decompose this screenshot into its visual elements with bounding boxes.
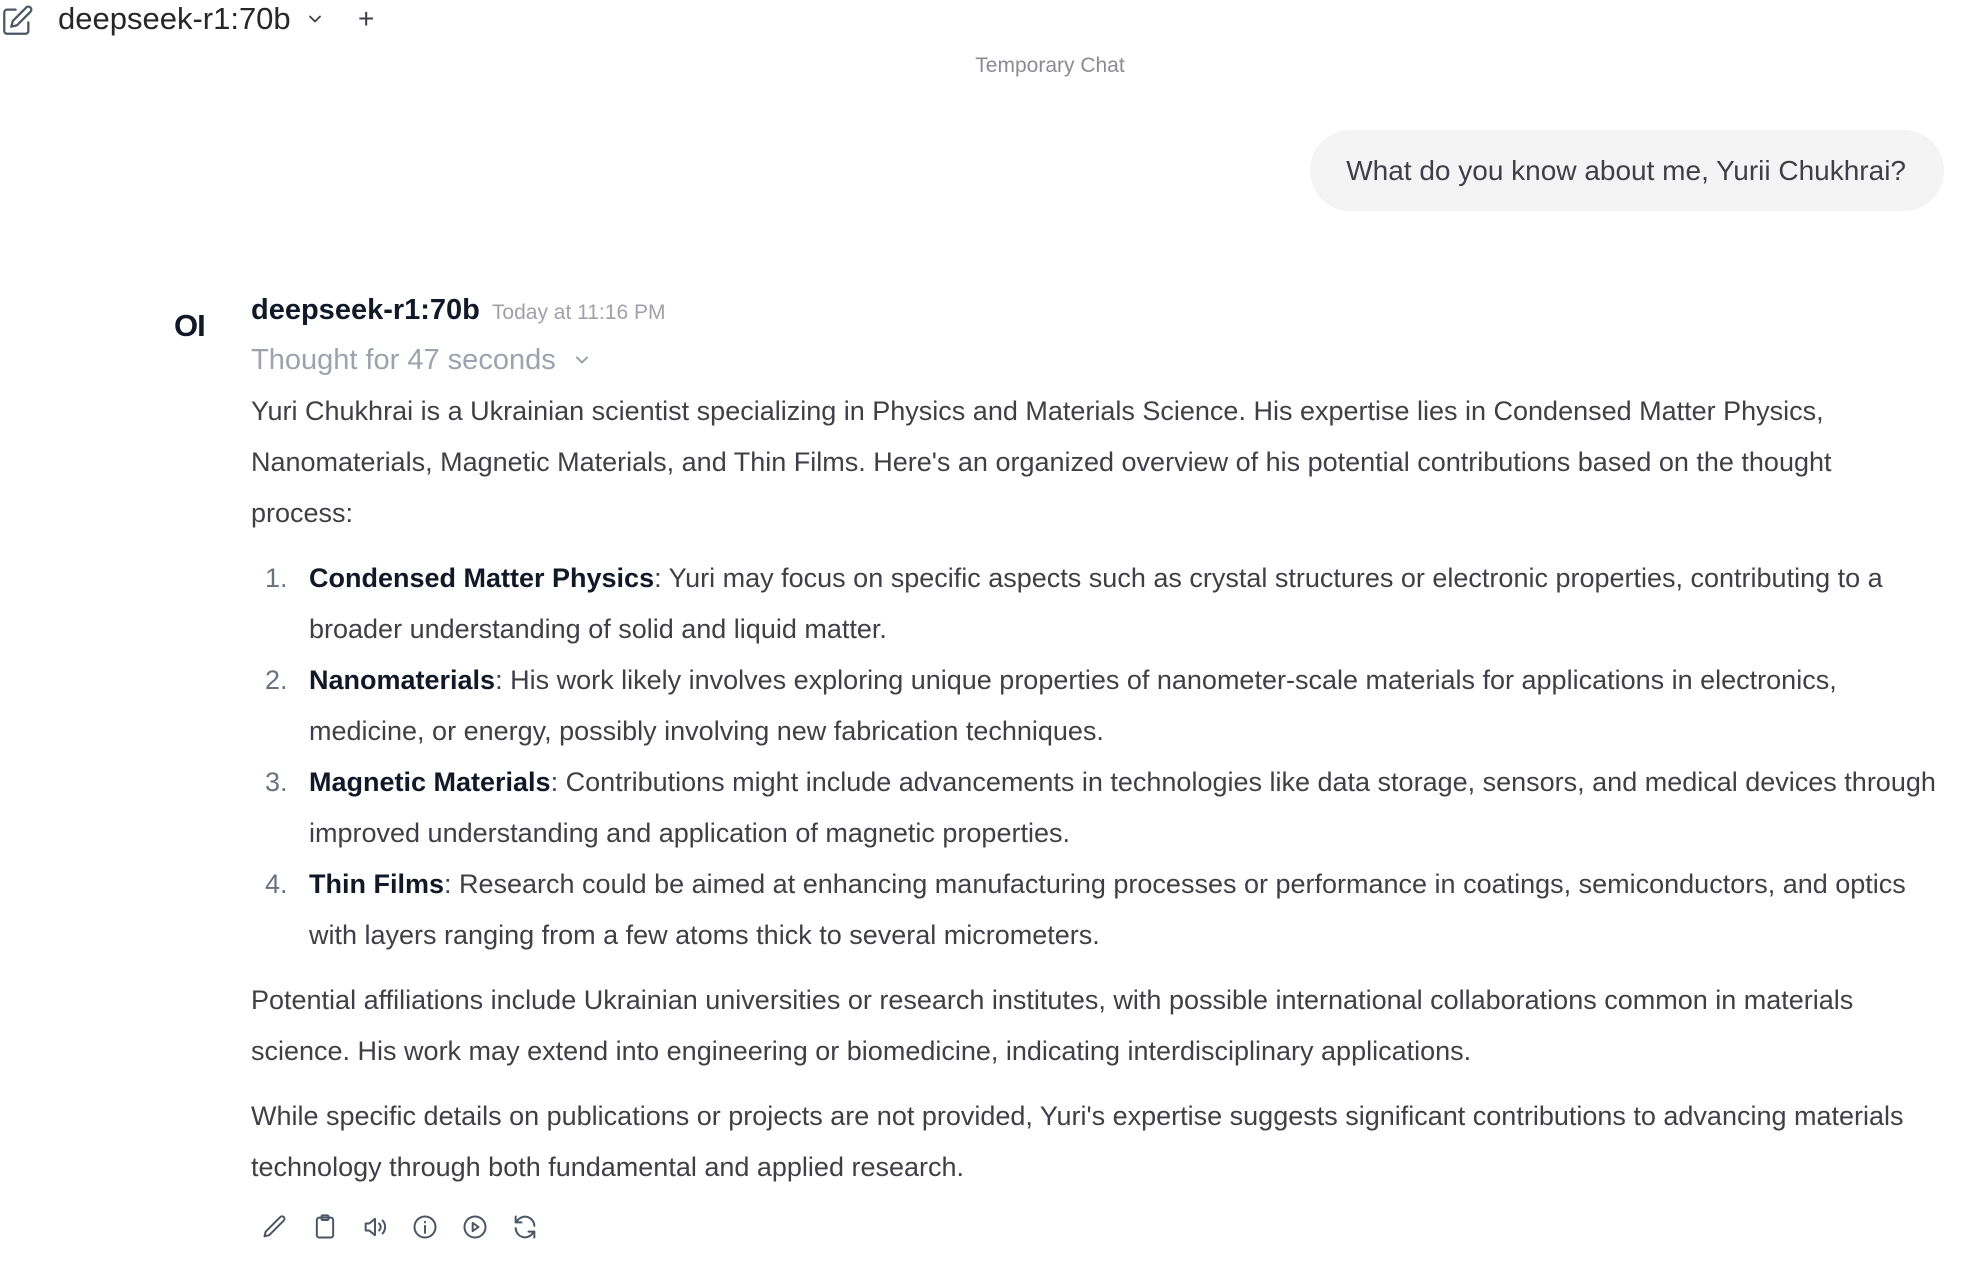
new-chat-button[interactable] bbox=[0, 4, 34, 38]
list-item-title: Condensed Matter Physics bbox=[309, 563, 655, 593]
model-selector[interactable]: deepseek-r1:70b bbox=[58, 0, 325, 38]
thought-toggle[interactable]: Thought for 47 seconds bbox=[251, 342, 1941, 378]
assistant-response: deepseek-r1:70b Today at 11:16 PM Though… bbox=[251, 294, 1941, 1243]
copy-button[interactable] bbox=[309, 1211, 341, 1243]
response-header: deepseek-r1:70b Today at 11:16 PM bbox=[251, 294, 1941, 330]
chevron-down-icon bbox=[308, 15, 321, 23]
list-item-text: : Research could be aimed at enhancing m… bbox=[309, 869, 1906, 950]
play-circle-icon bbox=[463, 1215, 487, 1239]
refresh-icon bbox=[514, 1215, 536, 1239]
response-model-name: deepseek-r1:70b bbox=[251, 294, 480, 326]
response-paragraph: Potential affiliations include Ukrainian… bbox=[251, 985, 1854, 1066]
response-paragraph: While specific details on publications o… bbox=[251, 1101, 1904, 1182]
edit-square-icon bbox=[3, 5, 33, 35]
list-item: 3. Magnetic Materials: Contributions migh… bbox=[251, 757, 1941, 859]
temporary-chat-label: Temporary Chat bbox=[975, 54, 1125, 77]
list-item-title: Thin Films bbox=[309, 869, 444, 899]
list-item-title: Magnetic Materials bbox=[309, 767, 551, 797]
assistant-avatar: OI bbox=[174, 308, 206, 343]
copy-icon bbox=[315, 1214, 335, 1239]
model-name: deepseek-r1:70b bbox=[58, 1, 291, 36]
list-item-number: 1. bbox=[265, 563, 288, 593]
response-intro: Yuri Chukhrai is a Ukrainian scientist s… bbox=[251, 396, 1832, 528]
info-button[interactable] bbox=[409, 1211, 441, 1243]
list-item-number: 4. bbox=[265, 869, 288, 899]
list-item-title: Nanomaterials bbox=[309, 665, 496, 695]
regenerate-button[interactable] bbox=[509, 1211, 541, 1243]
read-aloud-button[interactable] bbox=[359, 1211, 391, 1243]
edit-icon bbox=[263, 1215, 286, 1238]
response-actions bbox=[259, 1211, 1941, 1243]
response-timestamp: Today at 11:16 PM bbox=[491, 301, 666, 324]
edit-button[interactable] bbox=[259, 1211, 291, 1243]
list-item-text: : His work likely involves exploring uni… bbox=[309, 665, 1837, 746]
thought-label: Thought for 47 seconds bbox=[251, 343, 556, 376]
chevron-down-icon bbox=[575, 356, 588, 364]
list-item-number: 2. bbox=[265, 665, 288, 695]
user-message-text: What do you know about me, Yurii Chukhra… bbox=[1346, 154, 1906, 186]
info-icon bbox=[413, 1215, 437, 1239]
contribution-list: 1. Condensed Matter Physics: Yuri may foc… bbox=[251, 553, 1941, 961]
list-item-text: : Contributions might include advancemen… bbox=[309, 767, 1936, 848]
list-item-number: 3. bbox=[265, 767, 288, 797]
list-item: 4. Thin Films: Research could be aimed at… bbox=[251, 859, 1941, 961]
list-item: 2. Nanomaterials: His work likely involve… bbox=[251, 655, 1941, 757]
list-item: 1. Condensed Matter Physics: Yuri may foc… bbox=[251, 553, 1941, 655]
response-body: Yuri Chukhrai is a Ukrainian scientist s… bbox=[251, 386, 1941, 1193]
continue-button[interactable] bbox=[459, 1211, 491, 1243]
read-aloud-icon bbox=[364, 1217, 387, 1237]
top-bar: deepseek-r1:70b + bbox=[0, 0, 1962, 40]
add-model-button[interactable]: + bbox=[358, 2, 374, 36]
user-message-bubble: What do you know about me, Yurii Chukhra… bbox=[1310, 130, 1944, 211]
